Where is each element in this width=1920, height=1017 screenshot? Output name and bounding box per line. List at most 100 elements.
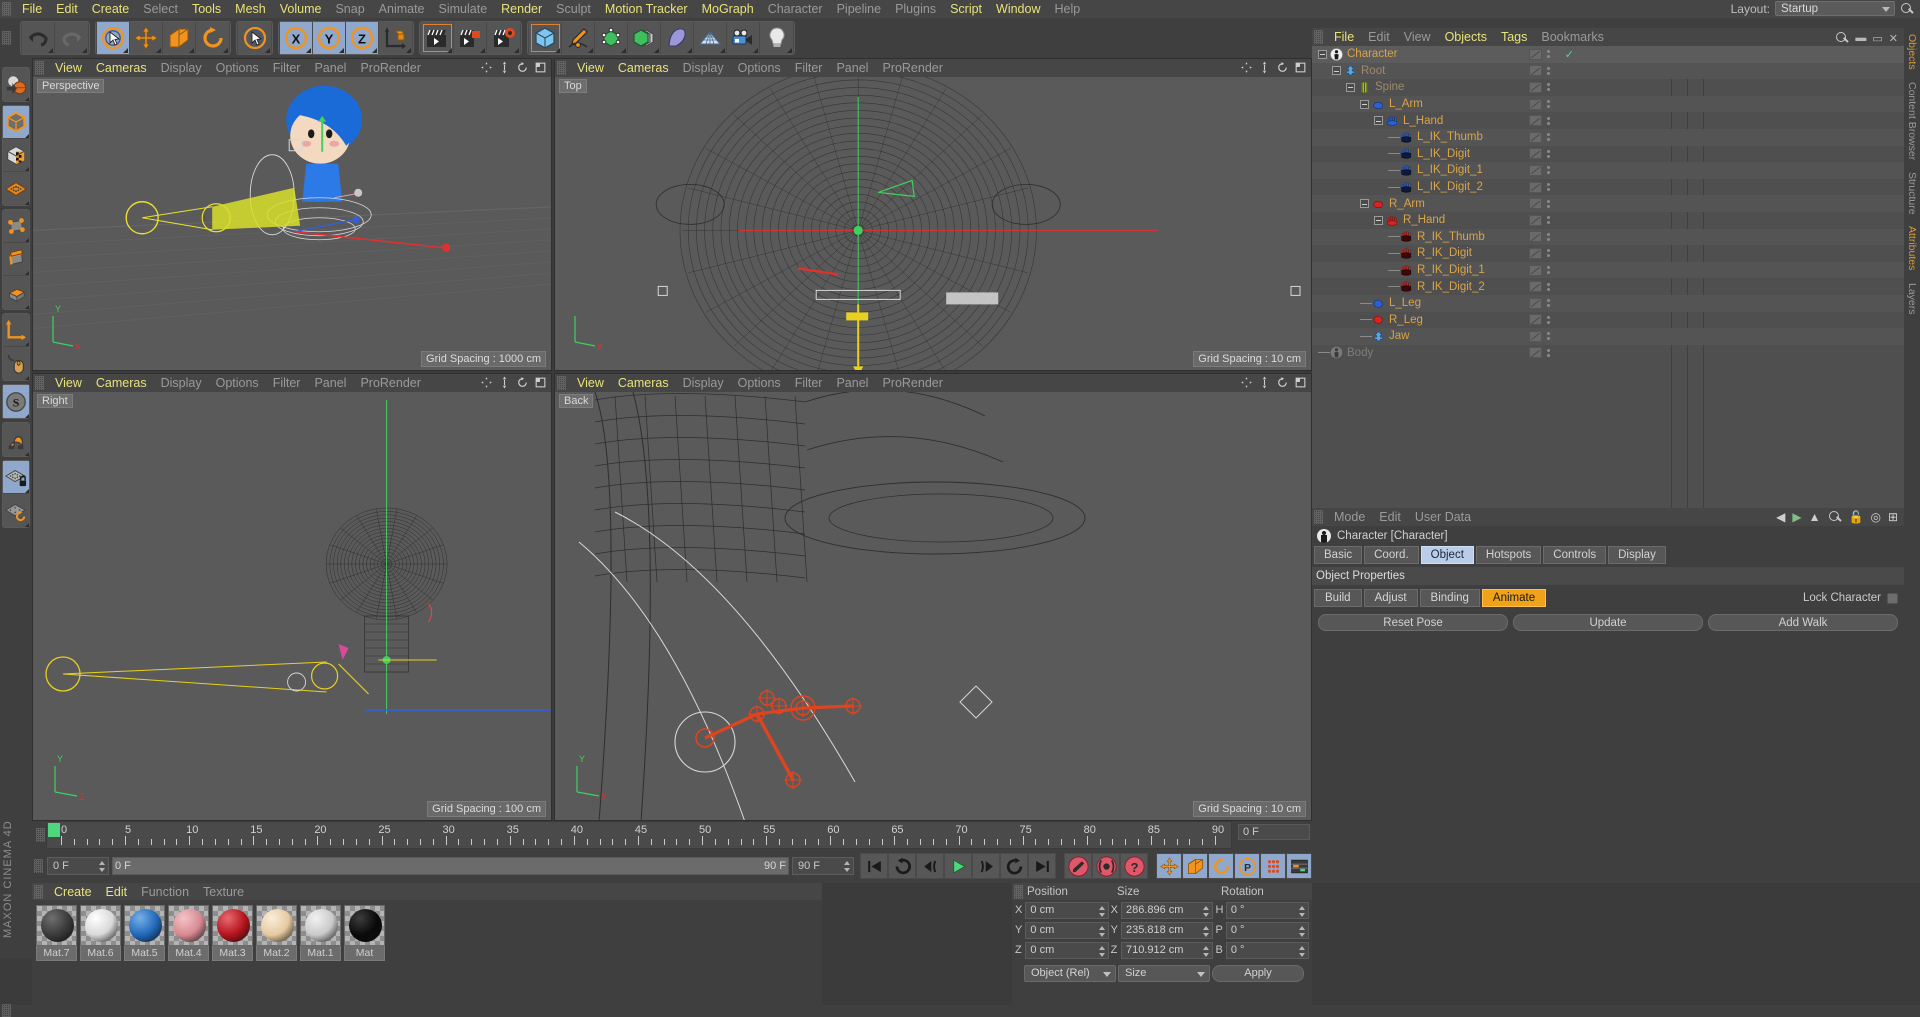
attributes-tab-object[interactable]: Object [1420, 546, 1474, 564]
visibility-toggle-dots[interactable] [1545, 133, 1552, 142]
workplane-rotate-tool[interactable] [3, 494, 29, 527]
redo-button[interactable] [55, 22, 88, 54]
vp-menu-panel[interactable]: Panel [829, 375, 875, 391]
visibility-dots[interactable] [1529, 65, 1542, 77]
material-menu-texture[interactable]: Texture [196, 884, 251, 900]
object-tree-row[interactable]: Root [1312, 62, 1904, 80]
start-frame-field[interactable]: 0 F [47, 857, 109, 875]
tree-expander[interactable] [1374, 116, 1383, 126]
layout-select[interactable]: Startup [1775, 1, 1895, 16]
menu-create[interactable]: Create [85, 1, 137, 17]
vp-scale-icon[interactable] [498, 61, 511, 74]
step-forward-keyframe-button[interactable] [1000, 853, 1028, 879]
goto-end-button[interactable] [1028, 853, 1056, 879]
vp-menu-cameras[interactable]: Cameras [89, 375, 154, 391]
texture-mode-tool[interactable] [3, 139, 29, 172]
model-mode-tool[interactable] [3, 106, 29, 139]
objman-menu-bookmarks[interactable]: Bookmarks [1534, 29, 1611, 45]
dock-tab-objects[interactable]: Objects [1904, 28, 1920, 76]
magnet-tool[interactable] [3, 423, 29, 456]
material-item[interactable]: Mat.6 [80, 905, 121, 961]
menu-edit[interactable]: Edit [49, 1, 85, 17]
coord-field[interactable]: 710.912 cm [1120, 941, 1214, 959]
vp-scale-icon[interactable] [498, 376, 511, 389]
coord-field[interactable]: 286.896 cm [1120, 901, 1214, 919]
visibility-toggle-dots[interactable] [1545, 249, 1552, 258]
vp-menu-cameras[interactable]: Cameras [611, 375, 676, 391]
visibility-toggle-dots[interactable] [1545, 116, 1552, 125]
character-mode-adjust[interactable]: Adjust [1363, 589, 1418, 607]
menu-volume[interactable]: Volume [273, 1, 329, 17]
stepper-icon[interactable] [1098, 925, 1106, 938]
vp-menu-panel[interactable]: Panel [307, 60, 353, 76]
material-item[interactable]: Mat.4 [168, 905, 209, 961]
tree-expander[interactable] [1360, 99, 1369, 109]
dock-tab-attributes[interactable]: Attributes [1904, 220, 1920, 276]
viewport-right[interactable]: View Cameras Display Options Filter Panel ProR… [32, 373, 552, 821]
visibility-toggle-dots[interactable] [1545, 83, 1552, 92]
move-tool[interactable] [130, 22, 163, 54]
visibility-toggle-dots[interactable] [1545, 299, 1552, 308]
tree-expander[interactable] [1332, 66, 1341, 76]
search-icon[interactable] [1900, 2, 1914, 16]
vp-move-icon[interactable] [480, 376, 493, 389]
reset-pose-button[interactable]: Reset Pose [1318, 614, 1508, 631]
tree-expander[interactable] [1346, 82, 1355, 92]
visibility-dots[interactable] [1529, 164, 1542, 176]
visibility-dots[interactable] [1529, 231, 1542, 243]
visibility-toggle-dots[interactable] [1545, 50, 1552, 59]
play-button[interactable] [944, 853, 972, 879]
stepper-icon[interactable] [1298, 905, 1306, 918]
viewport-perspective-canvas[interactable]: Y X Perspective Grid Spacing : 1000 cm [33, 77, 551, 370]
point-level-anim-toggle[interactable] [1286, 853, 1312, 879]
viewport-right-canvas[interactable]: Y Z Right Grid Spacing : 100 cm [33, 392, 551, 820]
stepper-icon[interactable] [1298, 945, 1306, 958]
transport-grip[interactable] [34, 859, 43, 873]
y-axis-lock[interactable]: Y [313, 22, 346, 54]
vp-menu-options[interactable]: Options [731, 60, 788, 76]
lock-workplane-tool[interactable] [3, 461, 29, 494]
visibility-dots[interactable] [1529, 198, 1542, 210]
visibility-dots[interactable] [1529, 330, 1542, 342]
visibility-dots[interactable] [1529, 81, 1542, 93]
toolbar-grip[interactable] [2, 31, 11, 45]
coord-field[interactable]: 0 ° [1225, 941, 1309, 959]
vp-max-icon[interactable] [1294, 376, 1307, 389]
menu-character[interactable]: Character [761, 1, 830, 17]
viewport-top-canvas[interactable]: X Top Grid Spacing : 10 cm [555, 77, 1311, 370]
stepper-icon[interactable] [1298, 925, 1306, 938]
autokeying-button[interactable] [1092, 853, 1120, 879]
step-forward-frame-button[interactable] [972, 853, 1000, 879]
visibility-toggle-dots[interactable] [1545, 216, 1552, 225]
add-scene-button[interactable] [694, 22, 727, 54]
stepper-icon[interactable] [98, 860, 106, 873]
vp-menu-filter[interactable]: Filter [266, 60, 308, 76]
visibility-toggle-dots[interactable] [1545, 199, 1552, 208]
vp-menu-panel[interactable]: Panel [829, 60, 875, 76]
stepper-icon[interactable] [1202, 945, 1210, 958]
render-view-button[interactable] [421, 22, 454, 54]
vp-menu-view[interactable]: View [48, 60, 89, 76]
object-tree-row[interactable]: L_IK_Thumb [1312, 128, 1904, 146]
object-tree-row[interactable]: L_Leg [1312, 294, 1904, 312]
menu-animate[interactable]: Animate [372, 1, 432, 17]
add-camera-button[interactable] [727, 22, 760, 54]
record-active-objects-button[interactable] [1064, 853, 1092, 879]
world-object-axis[interactable] [379, 22, 412, 54]
menu-render[interactable]: Render [494, 1, 549, 17]
vp-rotate-icon[interactable] [516, 376, 529, 389]
attributes-menu-edit[interactable]: Edit [1372, 509, 1408, 525]
visibility-dots[interactable] [1529, 247, 1542, 259]
select-tool[interactable] [238, 22, 271, 54]
menu-snap[interactable]: Snap [328, 1, 371, 17]
object-tree-row[interactable]: R_IK_Digit_1 [1312, 261, 1904, 279]
menu-sculpt[interactable]: Sculpt [549, 1, 598, 17]
attributes-menu-mode[interactable]: Mode [1327, 509, 1372, 525]
object-tree-row[interactable]: L_Arm [1312, 95, 1904, 113]
menu-simulate[interactable]: Simulate [432, 1, 495, 17]
viewport-top[interactable]: View Cameras Display Options Filter Panel ProR… [554, 58, 1312, 371]
step-back-frame-button[interactable] [916, 853, 944, 879]
material-menu-function[interactable]: Function [134, 884, 196, 900]
vp-menu-panel[interactable]: Panel [307, 375, 353, 391]
visibility-toggle-dots[interactable] [1545, 149, 1552, 158]
